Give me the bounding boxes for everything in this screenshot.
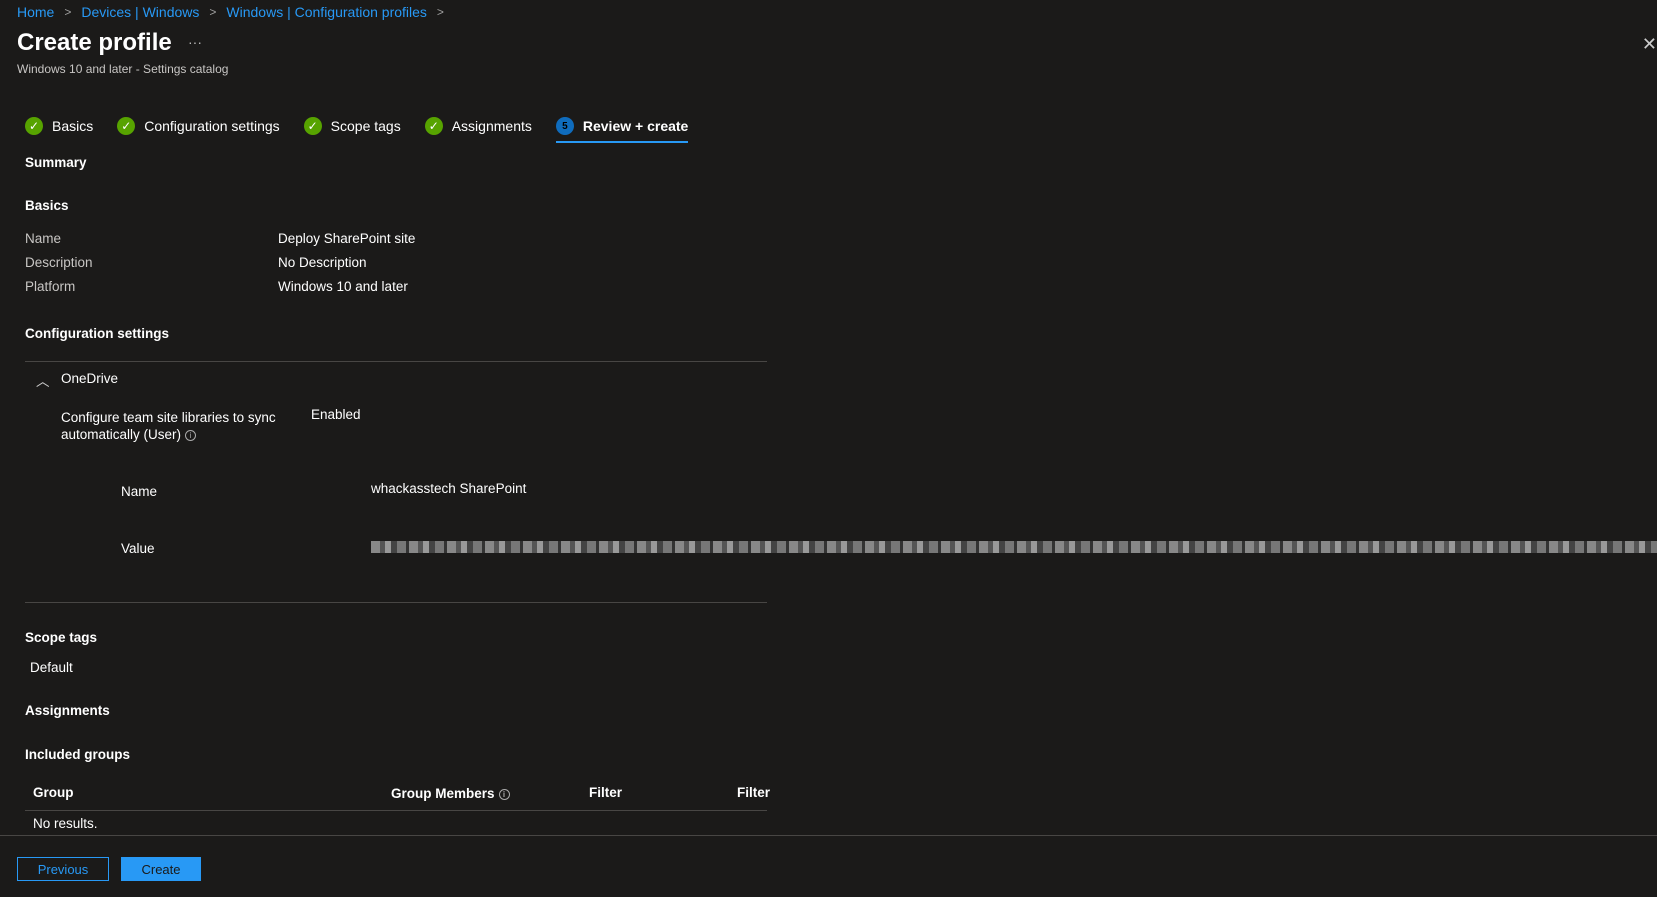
summary-heading: Summary bbox=[25, 155, 87, 170]
chevron-right-icon: > bbox=[436, 5, 444, 19]
chevron-up-icon[interactable]: ︿ bbox=[36, 370, 50, 390]
chevron-right-icon: > bbox=[209, 5, 217, 19]
info-icon[interactable]: i bbox=[498, 788, 510, 800]
tab-label: Review + create bbox=[582, 118, 689, 134]
tab-review-create[interactable]: 5 Review + create bbox=[555, 113, 689, 143]
included-groups-heading: Included groups bbox=[25, 747, 131, 762]
tab-label: Scope tags bbox=[330, 118, 401, 134]
check-icon: ✓ bbox=[303, 117, 322, 135]
basics-heading: Basics bbox=[25, 198, 69, 213]
info-icon[interactable]: i bbox=[185, 429, 197, 441]
divider bbox=[25, 602, 767, 603]
wizard-tabs: ✓ Basics ✓ Configuration settings ✓ Scope t… bbox=[25, 113, 712, 143]
check-icon: ✓ bbox=[117, 117, 136, 135]
setting-value: Enabled bbox=[311, 407, 361, 422]
more-options-icon[interactable]: ··· bbox=[188, 34, 202, 50]
page-title: Create profile bbox=[17, 29, 172, 56]
tab-scope-tags[interactable]: ✓ Scope tags bbox=[303, 113, 401, 139]
breadcrumb: Home > Devices | Windows > Windows | Confi… bbox=[17, 4, 448, 20]
previous-button[interactable]: Previous bbox=[17, 857, 109, 881]
redacted-value bbox=[371, 541, 1657, 553]
chevron-right-icon: > bbox=[64, 5, 72, 19]
col-group: Group bbox=[33, 785, 74, 800]
breadcrumb-home[interactable]: Home bbox=[17, 4, 54, 20]
scope-tag-value: Default bbox=[30, 660, 73, 675]
step-number-icon: 5 bbox=[555, 117, 574, 135]
tab-label: Basics bbox=[52, 118, 94, 134]
sub-name-value: whackasstech SharePoint bbox=[371, 481, 527, 496]
setting-name-line2: automatically (User) i bbox=[61, 427, 197, 442]
create-button[interactable]: Create bbox=[121, 857, 201, 881]
setting-name-text: automatically (User) bbox=[61, 427, 182, 442]
check-icon: ✓ bbox=[424, 117, 443, 135]
col-label: Group Members bbox=[391, 786, 495, 801]
tab-assignments[interactable]: ✓ Assignments bbox=[424, 113, 532, 139]
name-value: Deploy SharePoint site bbox=[278, 231, 416, 246]
check-icon: ✓ bbox=[25, 117, 43, 135]
sub-value-label: Value bbox=[121, 541, 155, 556]
breadcrumb-config-profiles[interactable]: Windows | Configuration profiles bbox=[226, 4, 427, 20]
tab-label: Configuration settings bbox=[144, 118, 280, 134]
onedrive-group[interactable]: OneDrive bbox=[61, 371, 118, 386]
assignments-heading: Assignments bbox=[25, 703, 110, 718]
divider bbox=[25, 361, 767, 362]
platform-label: Platform bbox=[25, 279, 76, 294]
close-icon[interactable]: ✕ bbox=[1642, 34, 1657, 55]
scope-tags-heading: Scope tags bbox=[25, 630, 98, 645]
tab-basics[interactable]: ✓ Basics bbox=[25, 113, 93, 139]
col-filter-mode: Filter bbox=[737, 785, 771, 800]
col-filter: Filter bbox=[589, 785, 623, 800]
page-subtitle: Windows 10 and later - Settings catalog bbox=[17, 62, 229, 76]
col-group-members: Group Members i bbox=[391, 786, 510, 801]
tab-configuration-settings[interactable]: ✓ Configuration settings bbox=[117, 113, 280, 139]
divider bbox=[25, 810, 767, 811]
config-heading: Configuration settings bbox=[25, 326, 169, 341]
no-results: No results. bbox=[33, 816, 98, 831]
description-label: Description bbox=[25, 255, 93, 270]
setting-name-line1: Configure team site libraries to sync bbox=[61, 410, 276, 425]
tab-label: Assignments bbox=[451, 118, 532, 134]
description-value: No Description bbox=[278, 255, 367, 270]
platform-value: Windows 10 and later bbox=[278, 279, 408, 294]
name-label: Name bbox=[25, 231, 62, 246]
footer-divider bbox=[0, 835, 1657, 836]
sub-name-label: Name bbox=[121, 484, 158, 499]
breadcrumb-devices-windows[interactable]: Devices | Windows bbox=[81, 4, 199, 20]
